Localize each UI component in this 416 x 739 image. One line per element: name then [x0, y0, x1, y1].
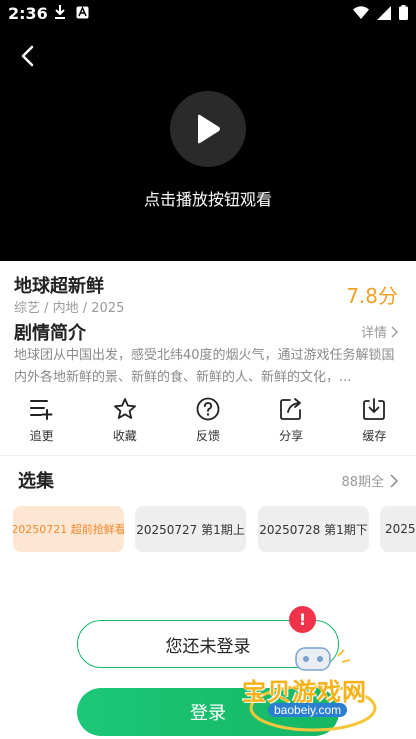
synopsis-heading: 剧情简介 [14, 323, 86, 344]
chevron-right-icon [391, 326, 398, 337]
watermark-url: baobeiy.com [268, 703, 348, 717]
play-hint: 点击播放按钮观看 [143, 190, 272, 209]
episode-list[interactable]: 20250721 超前抢鲜看 20250727 第1期上 20250728 第1… [13, 506, 416, 552]
chevron-right-icon [390, 473, 398, 488]
detail-label: 详情 [360, 326, 387, 341]
app-notification-icon [76, 5, 89, 18]
share-button[interactable]: 分享 [250, 396, 333, 448]
show-meta: 综艺 / 内地 / 2025 [14, 301, 125, 316]
alert-badge: ! [289, 606, 316, 633]
play-icon [198, 114, 220, 144]
synopsis-text: 地球团从中国出发，感受北纬40度的烟火气，通过游戏任务解锁国内外各地新鲜的景、新… [14, 348, 395, 385]
action-bar: 追更 收藏 反馈 分享 缓存 [0, 396, 416, 448]
add-list-icon [29, 396, 55, 422]
favorite-button[interactable]: 收藏 [83, 396, 166, 448]
feedback-button[interactable]: 反馈 [166, 396, 249, 448]
episode-chip-4[interactable]: 2025 [380, 506, 416, 552]
notification-icons [54, 5, 89, 19]
favorite-label: 收藏 [112, 429, 137, 443]
synopsis-detail-link[interactable]: 详情 [361, 322, 398, 341]
share-icon [278, 396, 304, 422]
download-icon [361, 396, 387, 422]
show-title: 地球超新鲜 [14, 276, 104, 297]
episode-chip-1[interactable]: 20250721 超前抢鲜看 [13, 506, 124, 552]
download-notification-icon [55, 5, 65, 19]
play-button[interactable] [170, 91, 246, 167]
episodes-count-link[interactable]: 88期全 [341, 471, 398, 490]
feedback-label: 反馈 [195, 429, 220, 443]
star-icon [112, 396, 138, 422]
status-time: 2:36 [8, 4, 48, 23]
show-score: 7.8分 [346, 284, 398, 308]
status-bar: 2:36 [0, 0, 416, 28]
episodes-heading: 选集 [18, 471, 54, 492]
section-divider [0, 455, 416, 456]
episodes-count: 88期全 [341, 475, 384, 490]
watermark-text: 宝贝游戏网 [242, 678, 367, 706]
wifi-icon [353, 6, 369, 19]
question-icon [195, 396, 221, 422]
chevron-left-icon [21, 45, 34, 67]
signal-icon [377, 5, 391, 20]
battery-icon [399, 5, 408, 20]
system-icons [353, 5, 408, 20]
video-player[interactable]: 2:36 点击播放按钮观看 [0, 0, 416, 261]
follow-label: 追更 [29, 429, 54, 443]
share-label: 分享 [279, 429, 304, 443]
back-button[interactable] [14, 42, 40, 70]
episode-chip-2[interactable]: 20250727 第1期上 [135, 506, 246, 552]
cache-button[interactable]: 缓存 [333, 396, 416, 448]
cache-label: 缓存 [362, 429, 387, 443]
follow-button[interactable]: 追更 [0, 396, 83, 448]
episode-chip-3[interactable]: 20250728 第1期下 [258, 506, 369, 552]
